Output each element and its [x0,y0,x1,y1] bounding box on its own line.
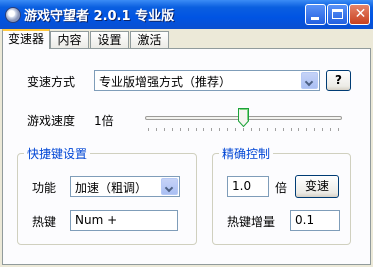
window-title: 游戏守望者 2.0.1 专业版 [24,9,175,24]
hotkey-value: Num + [75,213,118,227]
hotkey-input[interactable]: Num + [70,210,178,231]
app-icon[interactable] [5,7,21,23]
precise-group-title: 精确控制 [219,145,274,162]
title-bar[interactable]: 游戏守望者 2.0.1 专业版 ✕ [0,0,373,29]
slider-tick [330,128,331,131]
slider-tick [188,128,189,131]
tab-speed[interactable]: 变速器 [2,29,50,49]
chevron-down-icon[interactable] [301,72,318,89]
function-label: 功能 [32,181,57,195]
multiplier-input[interactable]: 1.0 [227,176,269,197]
increment-label: 热键增量 [227,215,276,229]
tab-activate[interactable]: 激活 [130,31,169,48]
speed-mode-select[interactable]: 专业版增强方式（推荐） [94,70,320,91]
speed-mode-label: 变速方式 [27,75,76,89]
slider-tick [156,128,157,131]
increment-value: 0.1 [295,213,315,227]
slider-tick [322,128,323,131]
slider-tick [172,128,173,131]
slider-tick [164,128,165,131]
slider-tick [251,128,252,131]
close-button[interactable]: ✕ [349,4,370,25]
multiplier-value: 1.0 [232,179,252,193]
speed-slider-thumb[interactable] [238,108,249,127]
increment-input[interactable]: 0.1 [290,210,340,231]
chevron-down-icon[interactable] [161,178,178,195]
slider-tick [196,128,197,131]
slider-tick [259,128,260,131]
minimize-button[interactable] [305,4,326,25]
tab-panel: 变速方式 专业版增强方式（推荐） ? 游戏速度 1倍 快捷键设置 功能 加速（粗… [2,48,371,265]
precise-group: 精确控制 1.0 倍 变速 热键增量 0.1 [212,145,351,245]
slider-tick [306,128,307,131]
speed-mode-value: 专业版增强方式（推荐） [99,75,232,89]
slider-tick [243,128,244,131]
apply-speed-button[interactable]: 变速 [295,175,339,198]
slider-tick [275,128,276,131]
maximize-button[interactable] [327,4,348,25]
function-select[interactable]: 加速（粗调） [70,176,180,197]
tab-strip: 变速器 内容 设置 激活 [2,29,371,49]
slider-tick [211,128,212,131]
app-window: 游戏守望者 2.0.1 专业版 ✕ 变速器 内容 设置 激活 变速方式 专业版增… [0,0,373,267]
help-button[interactable]: ? [326,70,351,91]
close-icon: ✕ [354,6,367,22]
hotkey-group-title: 快捷键设置 [24,145,91,162]
slider-tick [180,128,181,131]
slider-tick [227,128,228,131]
slider-tick [203,128,204,131]
slider-tick [314,128,315,131]
slider-tick [298,128,299,131]
slider-tick [148,128,149,131]
hotkey-group: 快捷键设置 功能 加速（粗调） 热键 Num + [17,145,197,245]
slider-tick [219,128,220,131]
maximize-icon [332,9,343,19]
game-speed-label: 游戏速度 [27,114,76,128]
slider-tick [338,128,339,131]
tab-content[interactable]: 内容 [50,31,89,48]
slider-tick [235,128,236,131]
slider-tick [267,128,268,131]
slider-tick [283,128,284,131]
multiplier-unit: 倍 [275,181,288,195]
game-speed-value: 1倍 [94,114,114,128]
tab-settings[interactable]: 设置 [90,31,129,48]
minimize-icon [311,17,319,20]
slider-tick [291,128,292,131]
hotkey-label: 热键 [32,215,57,229]
function-value: 加速（粗调） [75,181,148,195]
